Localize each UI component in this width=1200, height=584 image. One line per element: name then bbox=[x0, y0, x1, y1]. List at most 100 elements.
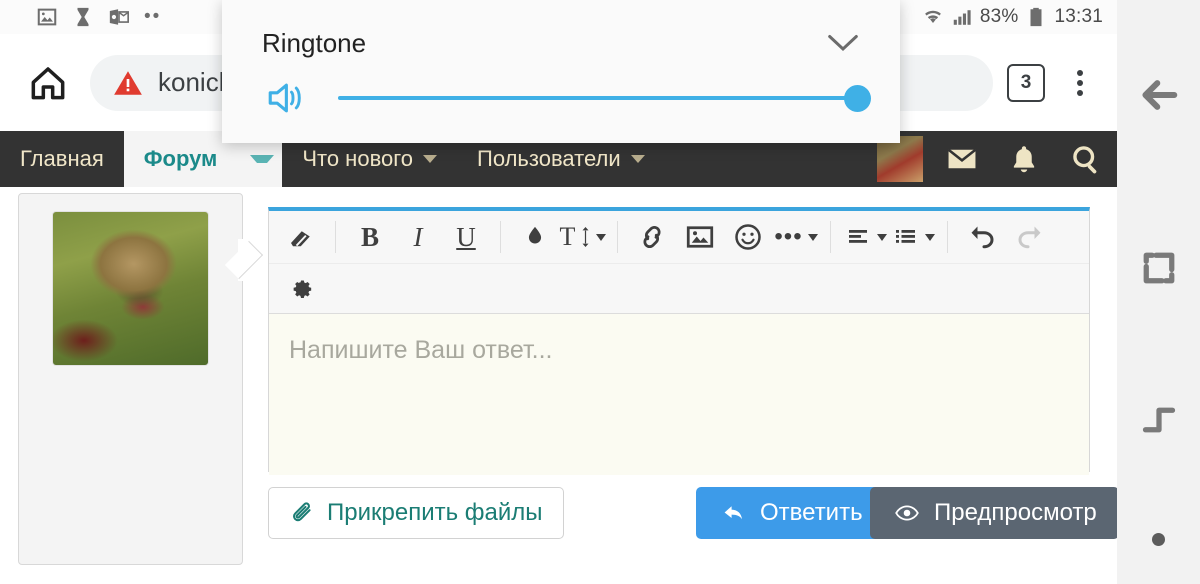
insert-link-icon bbox=[643, 226, 661, 248]
reply-submit-button[interactable]: Ответить bbox=[696, 487, 887, 539]
home-button[interactable] bbox=[20, 55, 76, 111]
editor-toolbar: B I U T ••• bbox=[269, 211, 1089, 314]
preview-label: Предпросмотр bbox=[934, 499, 1097, 526]
phone-screen: •• 83% 13:31 3 Главная Форум Что нового … bbox=[0, 0, 1200, 584]
nav-item-home[interactable]: Главная bbox=[0, 131, 124, 187]
insert-image-icon bbox=[686, 226, 714, 248]
outlook-icon bbox=[109, 9, 129, 25]
list-button[interactable] bbox=[889, 218, 937, 256]
text-color-button[interactable] bbox=[511, 218, 559, 256]
text-color-icon bbox=[528, 226, 542, 244]
reply-arrow-icon bbox=[724, 506, 742, 520]
tab-count-button[interactable]: 3 bbox=[1007, 63, 1045, 102]
alerts-button[interactable] bbox=[993, 131, 1055, 187]
italic-icon: I bbox=[413, 221, 423, 252]
reply-textarea[interactable]: Напишите Ваш ответ... bbox=[269, 314, 1089, 475]
system-back-button[interactable] bbox=[1117, 0, 1200, 190]
editor-toolbar-row-1: B I U T ••• bbox=[269, 211, 1089, 263]
forum-page-body: B I U T ••• Напишите Ваш ответ... Прикре… bbox=[0, 187, 1119, 584]
signal-bars-icon bbox=[953, 10, 971, 25]
nav-item-label: Форум bbox=[143, 146, 218, 171]
forum-nav-right-actions bbox=[863, 131, 1117, 187]
font-size-button[interactable]: T bbox=[559, 218, 607, 256]
reply-submit-label: Ответить bbox=[760, 499, 863, 526]
underline-button[interactable]: U bbox=[442, 218, 490, 256]
chevron-down-icon bbox=[596, 233, 607, 241]
chevron-down-icon bbox=[807, 233, 818, 241]
text-align-button[interactable] bbox=[841, 218, 889, 256]
chevron-down-icon bbox=[924, 233, 935, 241]
list-icon bbox=[895, 230, 915, 243]
reply-placeholder: Напишите Ваш ответ... bbox=[289, 336, 553, 364]
warning-triangle-icon bbox=[114, 70, 142, 95]
chevron-down-icon[interactable] bbox=[250, 155, 275, 163]
reply-editor: B I U T ••• Напишите Ваш ответ... bbox=[268, 207, 1090, 475]
ringtone-volume-slider[interactable] bbox=[338, 84, 871, 112]
attach-files-label: Прикрепить файлы bbox=[327, 499, 543, 526]
more-options-button[interactable]: ••• bbox=[772, 218, 820, 256]
toolbar-divider bbox=[830, 221, 831, 253]
chevron-down-icon bbox=[876, 233, 887, 241]
redo-button[interactable] bbox=[1006, 218, 1054, 256]
chevron-down-icon bbox=[828, 34, 858, 51]
remove-formatting-icon bbox=[291, 231, 310, 247]
search-icon bbox=[1073, 146, 1097, 174]
paperclip-icon bbox=[293, 502, 311, 522]
more-options-icon: ••• bbox=[774, 223, 803, 250]
nav-dot bbox=[1152, 533, 1165, 546]
system-recents-button[interactable] bbox=[1117, 190, 1200, 345]
remove-formatting-button[interactable] bbox=[277, 218, 325, 256]
eye-icon bbox=[895, 505, 919, 521]
volume-expand-button[interactable] bbox=[826, 30, 860, 56]
user-avatar-lion[interactable] bbox=[52, 211, 209, 366]
insert-link-button[interactable] bbox=[628, 218, 676, 256]
hourglass-icon bbox=[77, 7, 89, 27]
attach-files-button[interactable]: Прикрепить файлы bbox=[268, 487, 564, 539]
inbox-envelope-icon bbox=[947, 148, 977, 169]
alerts-bell-icon bbox=[1013, 146, 1035, 173]
up-down-arrow-icon bbox=[582, 227, 589, 247]
back-icon bbox=[1141, 80, 1177, 110]
volume-panel-title: Ringtone bbox=[262, 28, 367, 58]
nav-item-label: Пользователи bbox=[477, 146, 621, 171]
system-home-button[interactable] bbox=[1117, 345, 1200, 495]
italic-button[interactable]: I bbox=[394, 218, 442, 256]
inbox-button[interactable] bbox=[931, 131, 993, 187]
toolbar-divider bbox=[335, 221, 336, 253]
preview-button[interactable]: Предпросмотр bbox=[870, 487, 1119, 539]
bold-icon: B bbox=[360, 221, 379, 252]
home-icon bbox=[31, 66, 65, 99]
editor-settings-gear-icon bbox=[293, 279, 312, 298]
home-icon bbox=[1142, 407, 1175, 433]
more-dots-icon: •• bbox=[144, 6, 162, 27]
nav-item-label: Главная bbox=[20, 146, 104, 171]
wifi-icon bbox=[924, 10, 941, 24]
bold-button[interactable]: B bbox=[346, 218, 394, 256]
system-navigation-bar bbox=[1117, 0, 1200, 584]
undo-button[interactable] bbox=[958, 218, 1006, 256]
text-align-icon bbox=[848, 230, 867, 243]
editor-toolbar-row-2 bbox=[269, 263, 1089, 313]
battery-percent-label: 83% bbox=[979, 6, 1019, 27]
toolbar-divider bbox=[500, 221, 501, 253]
status-bar-notification-icons: •• bbox=[36, 6, 161, 28]
clock-label: 13:31 bbox=[1054, 6, 1103, 27]
overflow-menu-icon bbox=[1077, 69, 1083, 76]
browser-menu-button[interactable] bbox=[1063, 69, 1097, 96]
font-size-icon: T bbox=[559, 222, 576, 251]
system-nav-dot-button[interactable] bbox=[1117, 495, 1200, 584]
insert-smilie-icon bbox=[735, 224, 761, 250]
post-author-panel bbox=[18, 193, 243, 565]
chevron-down-icon[interactable] bbox=[423, 155, 438, 163]
insert-image-button[interactable] bbox=[676, 218, 724, 256]
undo-icon bbox=[971, 226, 994, 249]
nav-item-label: Что нового bbox=[302, 146, 414, 171]
insert-smilie-button[interactable] bbox=[724, 218, 772, 256]
volume-panel: Ringtone bbox=[222, 0, 900, 143]
search-button[interactable] bbox=[1055, 131, 1117, 187]
chevron-down-icon[interactable] bbox=[630, 155, 645, 163]
speaker-volume-icon bbox=[268, 83, 301, 113]
status-bar-system-icons: 83% 13:31 bbox=[922, 6, 1103, 28]
slider-thumb[interactable] bbox=[844, 84, 871, 112]
editor-settings-button[interactable] bbox=[277, 270, 325, 308]
